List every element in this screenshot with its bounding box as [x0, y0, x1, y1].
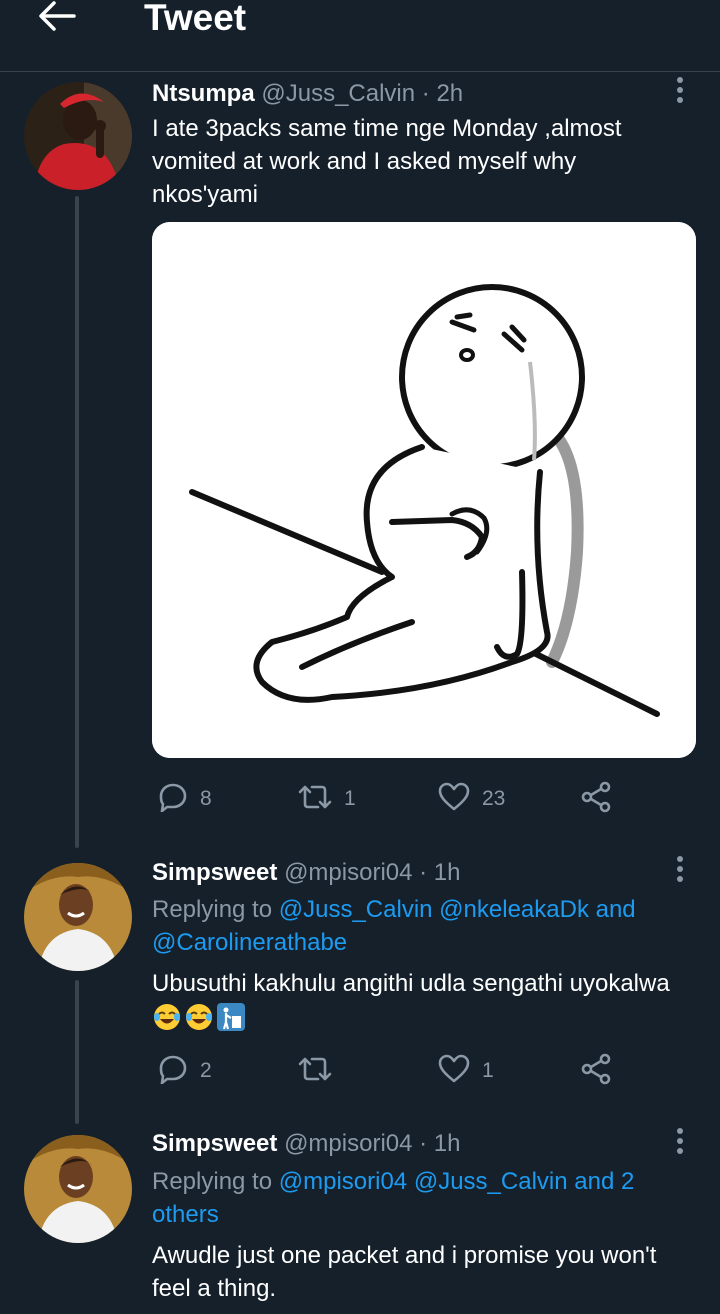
- heart-icon: [438, 782, 470, 817]
- tweet-meta: Simpsweet @mpisori04 · 1h: [152, 858, 461, 888]
- mention-link[interactable]: @mpisori04: [279, 1168, 407, 1195]
- sad-cartoon-sticker: [152, 222, 696, 758]
- thread-line: [75, 196, 79, 848]
- like-count: 23: [482, 787, 506, 810]
- back-button[interactable]: [34, 0, 80, 36]
- reply-icon: [158, 1054, 188, 1089]
- tweet-media[interactable]: [152, 222, 696, 758]
- more-options-button[interactable]: [664, 855, 696, 887]
- more-options-button[interactable]: [664, 1127, 696, 1159]
- mention-link[interactable]: @Juss_Calvin: [279, 896, 433, 923]
- tweet-text: I ate 3packs same time nge Monday ,almos…: [152, 115, 622, 208]
- avatar[interactable]: [24, 1135, 132, 1243]
- share-button[interactable]: [580, 1051, 612, 1091]
- mention-link[interactable]: @nkeleakaDk and: [439, 896, 635, 923]
- retweet-icon: [298, 1054, 332, 1089]
- replying-to: Replying to @Juss_Calvin @nkeleakaDk and…: [152, 893, 702, 959]
- like-button[interactable]: 1: [438, 1051, 494, 1091]
- timestamp[interactable]: · 1h: [419, 1130, 460, 1157]
- heart-icon: [438, 1054, 470, 1089]
- display-name[interactable]: Simpsweet: [152, 1130, 277, 1157]
- reply-count: 2: [200, 1059, 212, 1082]
- more-vertical-icon: [675, 76, 685, 109]
- retweet-button[interactable]: 1: [298, 779, 356, 819]
- put-litter-in-its-place-emoji: [216, 1002, 246, 1037]
- avatar[interactable]: [24, 863, 132, 971]
- reply-button[interactable]: 2: [158, 1051, 212, 1091]
- more-vertical-icon: [675, 1127, 685, 1160]
- like-count: 1: [482, 1059, 494, 1082]
- tweet-text: Ubusuthi kakhulu angithi udla sengathi u…: [152, 970, 670, 997]
- tweet-meta: Ntsumpa @Juss_Calvin · 2h: [152, 79, 463, 109]
- like-button[interactable]: 23: [438, 779, 505, 819]
- username[interactable]: @mpisori04: [284, 859, 412, 886]
- share-icon: [580, 1053, 612, 1090]
- replying-prefix: Replying to: [152, 1168, 273, 1195]
- face-with-tears-of-joy-emoji: [152, 1002, 182, 1037]
- replying-to: Replying to @mpisori04 @Juss_Calvin and …: [152, 1165, 702, 1231]
- tweet-meta: Simpsweet @mpisori04 · 1h: [152, 1129, 461, 1159]
- display-name[interactable]: Ntsumpa: [152, 80, 255, 107]
- face-with-tears-of-joy-emoji: [184, 1002, 214, 1037]
- emoji-row: [152, 1002, 246, 1037]
- more-vertical-icon: [675, 855, 685, 888]
- timestamp[interactable]: · 1h: [419, 859, 460, 886]
- avatar[interactable]: [24, 82, 132, 190]
- top-bar: Tweet: [0, 0, 720, 72]
- reply-button[interactable]: 8: [158, 779, 212, 819]
- retweet-button[interactable]: [298, 1051, 344, 1091]
- timestamp[interactable]: · 2h: [422, 80, 463, 107]
- mention-link[interactable]: @Juss_Calvin and 2: [414, 1168, 634, 1195]
- reply-count: 8: [200, 787, 212, 810]
- username[interactable]: @mpisori04: [284, 1130, 412, 1157]
- thread-line: [75, 980, 79, 1124]
- more-options-button[interactable]: [664, 76, 696, 108]
- arrow-left-icon: [38, 0, 76, 36]
- display-name[interactable]: Simpsweet: [152, 859, 277, 886]
- retweet-count: 1: [344, 787, 356, 810]
- username[interactable]: @Juss_Calvin: [261, 80, 415, 107]
- replying-prefix: Replying to: [152, 896, 273, 923]
- reply-icon: [158, 782, 188, 817]
- share-icon: [580, 781, 612, 818]
- retweet-icon: [298, 782, 332, 817]
- tweet-text: Awudle just one packet and i promise you…: [152, 1242, 657, 1302]
- mention-link[interactable]: others: [152, 1201, 219, 1228]
- mention-link[interactable]: @Carolinerathabe: [152, 929, 347, 956]
- share-button[interactable]: [580, 779, 612, 819]
- page-title: Tweet: [144, 0, 247, 38]
